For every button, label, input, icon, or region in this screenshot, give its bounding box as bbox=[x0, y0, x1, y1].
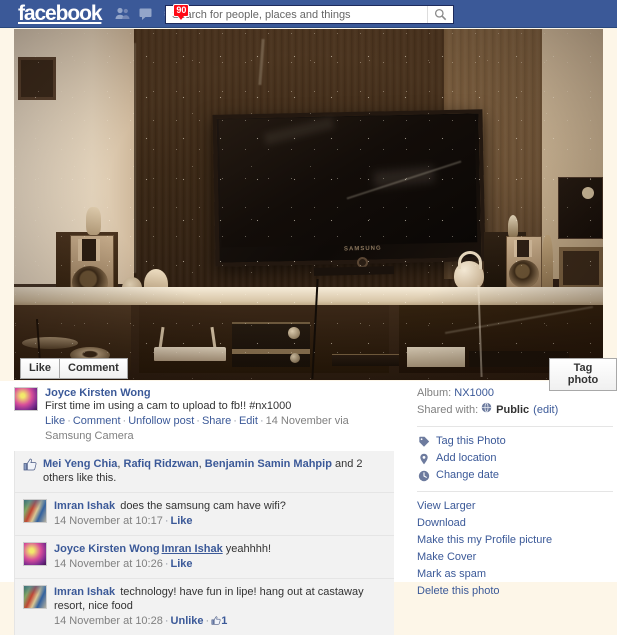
comment-unlike-link[interactable]: Unlike bbox=[171, 615, 204, 627]
friend-requests-icon[interactable] bbox=[115, 6, 130, 21]
photo-viewer[interactable]: SAMSUNG bbox=[14, 29, 603, 380]
photo-microphone bbox=[508, 215, 518, 237]
photo-sidebar: Album: NX1000 Shared with: Public (edit) bbox=[417, 385, 613, 600]
download-link[interactable]: Download bbox=[417, 515, 613, 532]
tag-icon bbox=[417, 436, 430, 448]
tag-photo-button[interactable]: Tag photo bbox=[549, 358, 617, 391]
comment-text: does the samsung cam have wifi? bbox=[117, 500, 286, 512]
post-caption: First time im using a cam to upload to f… bbox=[45, 400, 292, 412]
photo-av-box bbox=[332, 354, 406, 366]
top-navigation-bar: facebook 90 bbox=[0, 0, 617, 28]
search-button[interactable] bbox=[428, 6, 453, 23]
social-block: Mei Yeng Chia, Rafiq Ridzwan, Benjamin S… bbox=[14, 451, 394, 635]
post-share-link[interactable]: Share bbox=[202, 415, 231, 427]
comment-like-thumb-icon bbox=[211, 615, 221, 627]
comment-timestamp: 14 November at 10:28 bbox=[54, 615, 163, 627]
shared-with-edit-link[interactable]: (edit) bbox=[533, 402, 558, 419]
post-author-name[interactable]: Joyce Kirsten Wong bbox=[45, 387, 151, 399]
post-edit-link[interactable]: Edit bbox=[239, 415, 258, 427]
photo-tv-brand: SAMSUNG bbox=[343, 245, 382, 253]
comment-item: Imran Ishak technology! have fun in lipe… bbox=[15, 579, 394, 635]
change-date-label: Change date bbox=[436, 469, 499, 481]
photo-kettle-handle bbox=[458, 251, 482, 269]
photo-tv-screen bbox=[218, 114, 478, 248]
mark-as-spam-link[interactable]: Mark as spam bbox=[417, 566, 613, 583]
avatar[interactable] bbox=[14, 387, 38, 411]
photo-scratch-2 bbox=[134, 43, 136, 273]
album-label: Album: bbox=[417, 387, 452, 399]
comment-timestamp: 14 November at 10:17 bbox=[54, 515, 163, 527]
view-larger-link[interactable]: View Larger bbox=[417, 498, 613, 515]
photo-figurine-left bbox=[86, 207, 101, 235]
comment-text: yeahhhh! bbox=[225, 543, 272, 555]
change-date-action[interactable]: Change date bbox=[417, 467, 613, 484]
search-box[interactable] bbox=[165, 5, 454, 24]
album-name-link[interactable]: NX1000 bbox=[454, 385, 494, 402]
comment-timestamp: 14 November at 10:26 bbox=[54, 558, 163, 570]
photo-picture-frame-1-detail bbox=[582, 187, 594, 199]
thumbs-up-icon bbox=[23, 458, 37, 475]
photo-speaker-right-port bbox=[514, 240, 532, 257]
comment-avatar[interactable] bbox=[23, 499, 47, 523]
likes-row: Mei Yeng Chia, Rafiq Ridzwan, Benjamin S… bbox=[15, 451, 394, 493]
photo-comment-button[interactable]: Comment bbox=[60, 358, 128, 379]
photo-speaker-right-cone bbox=[509, 260, 539, 288]
post-comment-link[interactable]: Comment bbox=[73, 415, 121, 427]
photo-disc-2 bbox=[22, 337, 78, 349]
globe-icon[interactable] bbox=[481, 402, 492, 419]
comment-like-link[interactable]: Like bbox=[171, 515, 193, 527]
photo-speaker-left-port bbox=[78, 239, 100, 261]
comment-avatar[interactable] bbox=[23, 585, 47, 609]
photo-picture-frame-2 bbox=[559, 247, 603, 289]
comment-author-name[interactable]: Imran Ishak bbox=[54, 586, 115, 598]
comment-item: Imran Ishak does the samsung cam have wi… bbox=[15, 493, 394, 536]
add-location-action[interactable]: Add location bbox=[417, 450, 613, 467]
content-area: Joyce Kirsten Wong First time im using a… bbox=[0, 381, 617, 635]
photo-giraffe-figurine bbox=[542, 235, 553, 295]
clock-icon bbox=[417, 470, 430, 482]
comment-tagged-user[interactable]: Imran Ishak bbox=[162, 543, 223, 555]
location-pin-icon bbox=[417, 453, 430, 465]
post-unfollow-link[interactable]: Unfollow post bbox=[128, 415, 194, 427]
post-actions: Like · Comment · Unfollow post · Share · Edit · 14… bbox=[45, 415, 349, 442]
photo-wall-frame bbox=[18, 57, 56, 100]
liker-name-2[interactable]: Rafiq Ridzwan bbox=[124, 458, 199, 470]
comment-avatar[interactable] bbox=[23, 542, 47, 566]
facebook-logo[interactable]: facebook bbox=[18, 2, 103, 26]
comment-author-name[interactable]: Imran Ishak bbox=[54, 500, 115, 512]
liker-name-3[interactable]: Benjamin Samin Mahpip bbox=[205, 458, 332, 470]
comment-author-name[interactable]: Joyce Kirsten Wong bbox=[54, 543, 160, 555]
notification-count-badge[interactable]: 90 bbox=[173, 4, 190, 20]
comment-item: Joyce Kirsten Wong Imran Ishak yeahhhh! 1… bbox=[15, 536, 394, 579]
post-column: Joyce Kirsten Wong First time im using a… bbox=[14, 381, 394, 635]
search-input[interactable] bbox=[166, 6, 427, 23]
photo-amplifier-knob-2 bbox=[290, 353, 300, 363]
sidebar-divider bbox=[417, 426, 613, 427]
post-like-link[interactable]: Like bbox=[45, 415, 65, 427]
liker-name-1[interactable]: Mei Yeng Chia bbox=[43, 458, 117, 470]
photo-like-button[interactable]: Like bbox=[20, 358, 61, 379]
shared-with-label: Shared with: bbox=[417, 404, 479, 416]
photo-router bbox=[154, 347, 226, 361]
shared-with-row: Shared with: Public (edit) bbox=[417, 402, 613, 419]
make-cover-link[interactable]: Make Cover bbox=[417, 549, 613, 566]
add-location-label: Add location bbox=[436, 452, 497, 464]
photo-picture-frame-1 bbox=[558, 177, 603, 239]
photo-amplifier-knob-1 bbox=[288, 327, 300, 339]
photo-tv-stand bbox=[313, 266, 395, 276]
tag-this-photo-label: Tag this Photo bbox=[436, 435, 506, 447]
tag-this-photo-action[interactable]: Tag this Photo bbox=[417, 433, 613, 450]
comment-like-count: 1 bbox=[221, 615, 228, 627]
delete-this-photo-link[interactable]: Delete this photo bbox=[417, 583, 613, 600]
photo-action-buttons: Like Comment bbox=[20, 358, 128, 379]
photo-image[interactable]: SAMSUNG bbox=[14, 29, 603, 380]
photo-white-box bbox=[407, 347, 465, 367]
messages-icon[interactable] bbox=[139, 6, 154, 21]
post-header: Joyce Kirsten Wong First time im using a… bbox=[14, 381, 394, 444]
make-profile-picture-link[interactable]: Make this my Profile picture bbox=[417, 532, 613, 549]
sidebar-divider-2 bbox=[417, 491, 613, 492]
comment-like-link[interactable]: Like bbox=[171, 558, 193, 570]
shared-with-value: Public bbox=[496, 404, 530, 416]
photo-shelf-main bbox=[14, 287, 603, 307]
